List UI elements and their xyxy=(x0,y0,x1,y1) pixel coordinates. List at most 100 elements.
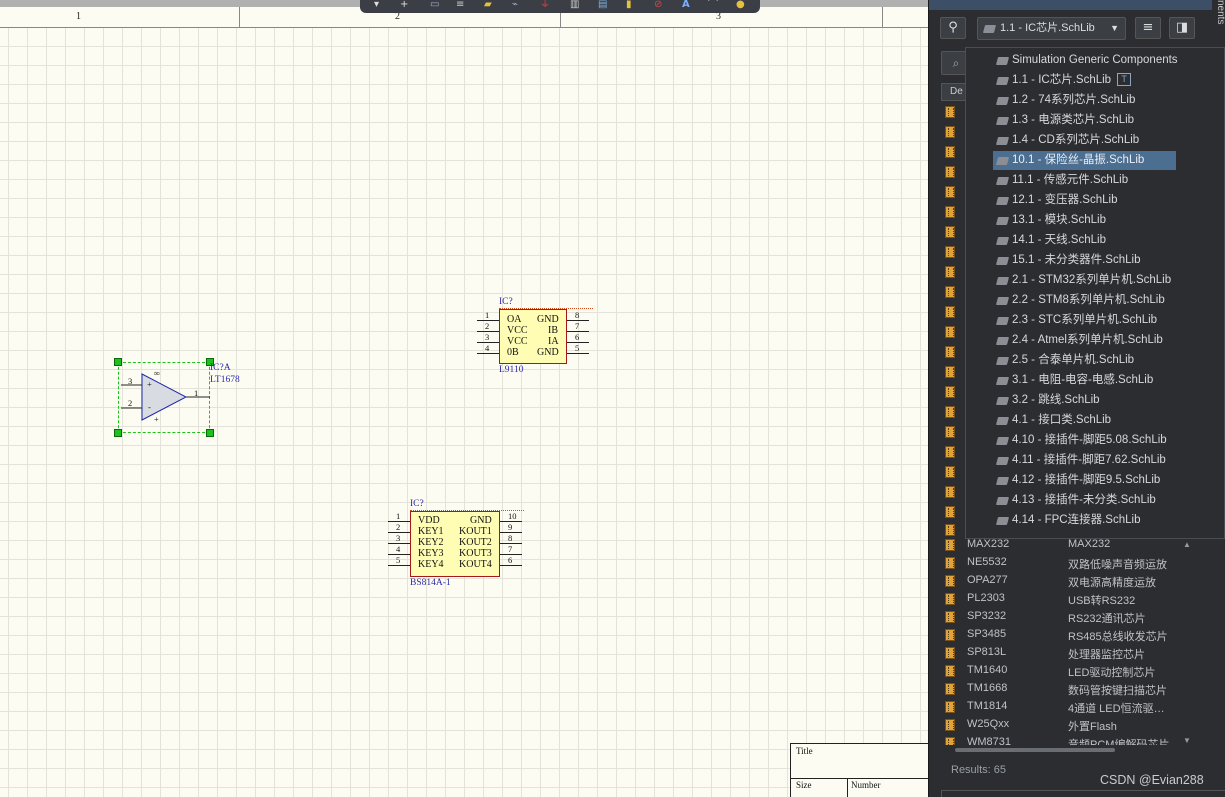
part-icon xyxy=(945,406,955,418)
library-option[interactable]: 4.12 - 接插件-脚距9.5.SchLib xyxy=(993,471,1203,490)
library-option[interactable]: 15.1 - 未分类器件.SchLib xyxy=(993,251,1176,270)
select-icon[interactable]: ▭ xyxy=(430,0,439,10)
l9110-designator[interactable]: IC? xyxy=(499,297,513,307)
drawing-tools-icon[interactable]: ● xyxy=(736,0,745,10)
parts-horizontal-scrollbar[interactable] xyxy=(941,746,1183,754)
filter-button[interactable]: ⚲ xyxy=(940,17,966,39)
selection-handle-bl[interactable] xyxy=(114,429,122,437)
library-option[interactable]: 1.3 - 电源类芯片.SchLib xyxy=(993,111,1176,130)
l9110-value[interactable]: L9110 xyxy=(499,365,523,375)
library-selector[interactable]: 1.1 - IC芯片.SchLib ▼ xyxy=(977,17,1126,40)
align-icon[interactable]: ≡ xyxy=(456,0,464,10)
library-option[interactable]: 12.1 - 变压器.SchLib xyxy=(993,191,1176,210)
library-option[interactable]: 14.1 - 天线.SchLib xyxy=(993,231,1176,250)
part-description: USB转RS232 xyxy=(1068,595,1136,607)
library-option[interactable]: 4.13 - 接插件-未分类.SchLib xyxy=(993,491,1203,510)
search-icon: ⌕ xyxy=(952,56,960,70)
library-option-label: 1.4 - CD系列芯片.SchLib xyxy=(1012,134,1140,146)
bus-icon[interactable]: ⌁ xyxy=(512,0,518,10)
ruler-zone-1: 1 xyxy=(0,7,240,28)
part-row[interactable]: W25Qxx 外置Flash xyxy=(929,716,1189,734)
text-icon[interactable]: A xyxy=(682,0,690,10)
library-dropdown-list[interactable]: Simulation Generic Components 1.1 - IC芯片… xyxy=(965,47,1225,539)
part-row[interactable]: PL2303 USB转RS232 xyxy=(929,590,1189,608)
library-icon xyxy=(995,117,1010,125)
part-icon xyxy=(945,611,955,623)
library-option[interactable]: 2.5 - 合泰单片机.SchLib xyxy=(993,351,1203,370)
components-vertical-tab[interactable]: nents xyxy=(1212,0,1225,34)
library-option[interactable]: 2.4 - Atmel系列单片机.SchLib xyxy=(993,331,1203,350)
library-option[interactable]: 1.4 - CD系列芯片.SchLib xyxy=(993,131,1176,150)
opamp-value[interactable]: LT1678 xyxy=(210,375,240,385)
scrollbar-thumb[interactable] xyxy=(955,748,1115,752)
library-option-label: 2.2 - STM8系列单片机.SchLib xyxy=(1012,294,1165,306)
library-option[interactable]: 4.1 - 接口类.SchLib xyxy=(993,411,1176,430)
wire-icon[interactable]: ▰ xyxy=(484,0,492,10)
library-option[interactable]: 3.1 - 电阻-电容-电感.SchLib xyxy=(993,371,1203,390)
parts-vertical-scrollbar[interactable]: ▲ ▼ xyxy=(1183,540,1195,745)
menu-button[interactable]: ≡ xyxy=(1135,17,1161,39)
part-row[interactable]: WM8731 音频PCM编解码芯片 xyxy=(929,734,1189,745)
bs814-pin-name: KEY3 xyxy=(418,548,444,559)
filter-icon: ⚲ xyxy=(948,20,958,35)
library-option-label: 1.1 - IC芯片.SchLib xyxy=(1012,74,1112,86)
no-erc-icon[interactable]: ⊘ xyxy=(654,0,662,10)
library-option[interactable]: 1.1 - IC芯片.SchLib T xyxy=(993,71,1176,90)
library-icon xyxy=(995,257,1010,265)
part-description: RS485总线收发芯片 xyxy=(1068,631,1168,643)
library-option[interactable]: 2.3 - STC系列单片机.SchLib xyxy=(993,311,1203,330)
bs814-designator[interactable]: IC? xyxy=(410,499,424,509)
library-option[interactable]: Simulation Generic Components xyxy=(993,51,1203,70)
selection-handle-br[interactable] xyxy=(206,429,214,437)
library-option[interactable]: 2.1 - STM32系列单片机.SchLib xyxy=(993,271,1203,290)
schematic-canvas[interactable]: 1 2 3 ▾ + ▭ ≡ ▰ ⌁ ⏚ ▥ ▤ ▮ ⊘ A ⌒ ● 3 2 1 … xyxy=(0,0,928,797)
library-option[interactable]: 2.2 - STM8系列单片机.SchLib xyxy=(993,291,1203,310)
library-option-label: 3.1 - 电阻-电容-电感.SchLib xyxy=(1012,374,1154,386)
part-row[interactable]: TM1814 4通道 LED恒流驱动... xyxy=(929,698,1189,716)
library-icon xyxy=(995,397,1010,405)
bs814-pin-num: 2 xyxy=(396,522,401,532)
part-row[interactable]: SP3485 RS485总线收发芯片 xyxy=(929,626,1189,644)
library-option[interactable]: 1.2 - 74系列芯片.SchLib xyxy=(993,91,1176,110)
scroll-down-icon[interactable]: ▼ xyxy=(1183,736,1191,745)
library-option-label: 4.12 - 接插件-脚距9.5.SchLib xyxy=(1012,474,1161,486)
l9110-pin-num: 3 xyxy=(485,332,490,342)
library-icon xyxy=(995,97,1010,105)
part-description: RS232通讯芯片 xyxy=(1068,613,1146,625)
power-port-icon[interactable]: ⏚ xyxy=(540,0,550,10)
library-option-label: Simulation Generic Components xyxy=(1012,54,1178,66)
part-row[interactable]: NE5532 双路低噪声音频运放 xyxy=(929,554,1189,572)
part-row[interactable]: OPA277 双电源高精度运放 xyxy=(929,572,1189,590)
part-row[interactable]: TM1640 LED驱动控制芯片 xyxy=(929,662,1189,680)
library-option[interactable]: 13.1 - 模块.SchLib xyxy=(993,211,1176,230)
filter-icon[interactable]: ▾ xyxy=(374,0,379,10)
l9110-pin-num: 8 xyxy=(575,310,580,320)
part-icon xyxy=(945,665,955,677)
layout-toggle-button[interactable]: ◨ xyxy=(1169,17,1195,39)
library-option[interactable]: 4.11 - 接插件-脚距7.62.SchLib xyxy=(993,451,1203,470)
ruler-label-1: 1 xyxy=(76,11,81,22)
port-icon[interactable]: ▤ xyxy=(598,0,607,10)
arc-icon[interactable]: ⌒ xyxy=(708,0,718,10)
scroll-up-icon[interactable]: ▲ xyxy=(1183,540,1191,549)
library-icon xyxy=(995,137,1010,145)
library-option[interactable]: 11.1 - 传感元件.SchLib xyxy=(993,171,1176,190)
library-option[interactable]: 4.14 - FPC连接器.SchLib xyxy=(993,511,1203,530)
part-row[interactable]: TM1668 数码管按键扫描芯片 xyxy=(929,680,1189,698)
hamburger-icon: ≡ xyxy=(1142,20,1154,35)
library-option-highlighted[interactable]: 10.1 - 保险丝-晶振.SchLib xyxy=(993,151,1176,170)
part-row[interactable]: SP813L 处理器监控芯片 xyxy=(929,644,1189,662)
library-option[interactable]: 3.2 - 跳线.SchLib xyxy=(993,391,1176,410)
bs814-value[interactable]: BS814A-1 xyxy=(410,578,451,588)
move-icon[interactable]: + xyxy=(400,0,408,10)
directive-icon[interactable]: ▮ xyxy=(626,0,632,10)
part-icon xyxy=(945,486,955,498)
chevron-down-icon: ▼ xyxy=(1110,23,1119,33)
opamp-plus-sign: + xyxy=(147,379,152,389)
opamp-designator[interactable]: IC?A xyxy=(210,363,231,373)
harness-icon[interactable]: ▥ xyxy=(570,0,579,10)
library-option[interactable]: 4.10 - 接插件-脚距5.08.SchLib xyxy=(993,431,1203,450)
part-row[interactable]: SP3232 RS232通讯芯片 xyxy=(929,608,1189,626)
title-block: Title Size Number xyxy=(790,743,928,797)
part-name: TM1640 xyxy=(967,664,1008,676)
